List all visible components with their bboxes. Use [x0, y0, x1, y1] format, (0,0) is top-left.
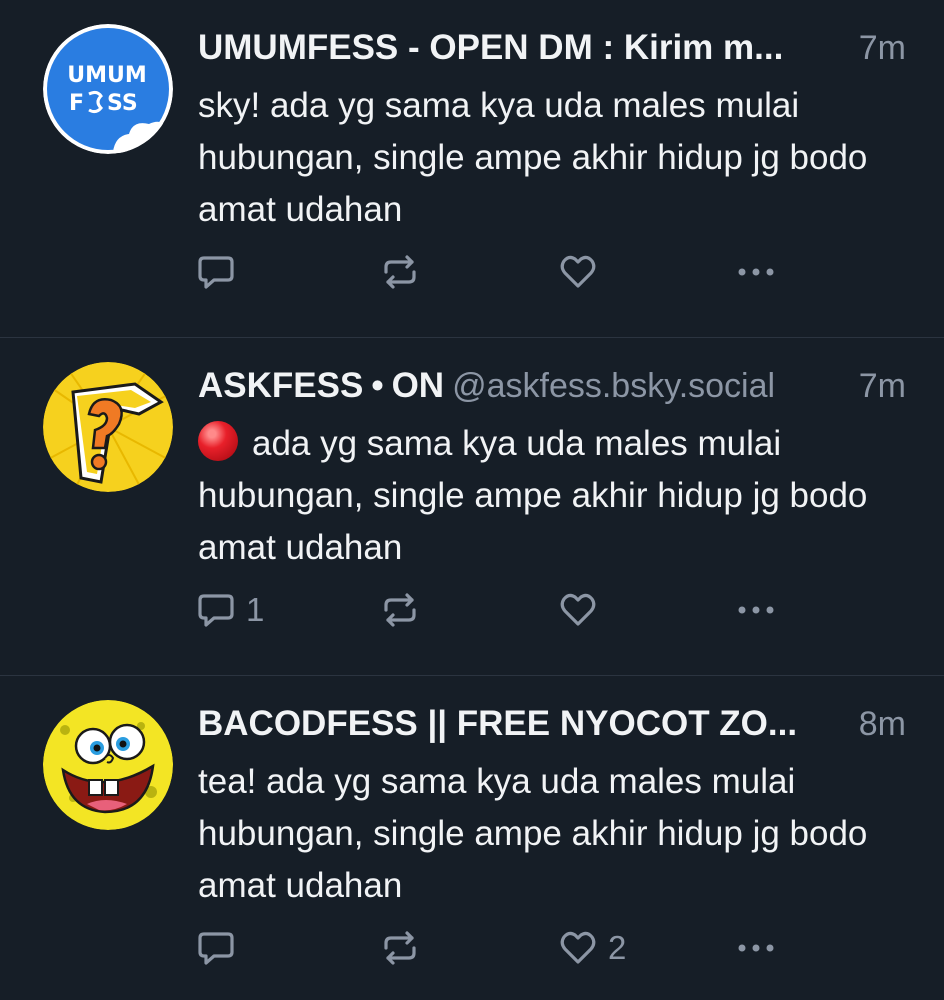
heart-icon: [560, 931, 596, 964]
post-header: ASKFESS • ON @askfess.bsky.social 7m: [198, 364, 906, 408]
repost-arrows-icon: [384, 255, 416, 289]
repost-arrows-icon: [384, 931, 416, 965]
avatar-askfess[interactable]: [43, 362, 173, 492]
post-actions: 1: [196, 590, 796, 630]
repost-button[interactable]: [380, 928, 420, 968]
svg-text:SS: SS: [107, 91, 138, 116]
more-options-button[interactable]: [736, 252, 776, 292]
like-button[interactable]: 2: [558, 928, 626, 968]
ellipsis-icon: [738, 944, 774, 952]
avatar-umumfess[interactable]: UMUM F SS: [43, 24, 173, 154]
post-askfess[interactable]: ASKFESS • ON @askfess.bsky.social 7m ada…: [0, 338, 944, 676]
like-button[interactable]: [558, 590, 598, 630]
feed: UMUM F SS UMUMFESS - OPEN DM : Kirim m..…: [0, 0, 944, 1000]
post-actions: [196, 252, 796, 292]
reply-button[interactable]: 1: [196, 590, 264, 630]
repost-arrows-icon: [384, 593, 416, 627]
heart-icon: [560, 255, 596, 288]
post-time[interactable]: 7m: [839, 29, 906, 68]
speech-bubble-icon: [198, 594, 234, 627]
reply-button[interactable]: [196, 252, 236, 292]
ellipsis-icon: [738, 606, 774, 614]
heart-icon: [560, 593, 596, 626]
display-name[interactable]: UMUMFESS - OPEN DM : Kirim m...: [198, 28, 783, 68]
post-text: ada yg sama kya uda males mulai hubungan…: [198, 424, 868, 567]
post-bacodfess[interactable]: BACODFESS || FREE NYOCOT ZO... 8m tea! a…: [0, 676, 944, 1000]
post-header: BACODFESS || FREE NYOCOT ZO... 8m: [198, 702, 906, 746]
askfess-logo: [43, 362, 173, 492]
post-time[interactable]: 7m: [839, 367, 906, 406]
user-handle[interactable]: @askfess.bsky.social: [452, 367, 775, 406]
speech-bubble-icon: [198, 256, 234, 289]
red-circle-emoji: [198, 421, 238, 461]
bacodfess-logo: [43, 700, 173, 830]
umumfess-logo: UMUM F SS: [43, 24, 173, 154]
reply-count: 1: [246, 591, 265, 628]
more-options-button[interactable]: [736, 590, 776, 630]
avatar-bacodfess[interactable]: [43, 700, 173, 830]
svg-text:UMUM: UMUM: [67, 63, 147, 88]
post-text: tea! ada yg sama kya uda males mulai hub…: [198, 762, 868, 905]
display-name-status[interactable]: ON: [392, 366, 445, 406]
display-name[interactable]: ASKFESS: [198, 366, 363, 406]
post-text-container: ada yg sama kya uda males mulai hubungan…: [198, 418, 906, 574]
post-umumfess[interactable]: UMUM F SS UMUMFESS - OPEN DM : Kirim m..…: [0, 0, 944, 338]
repost-button[interactable]: [380, 590, 420, 630]
post-time[interactable]: 8m: [839, 705, 906, 744]
more-options-button[interactable]: [736, 928, 776, 968]
name-separator: •: [371, 366, 384, 405]
post-actions: 2: [196, 928, 796, 968]
post-text: sky! ada yg sama kya uda males mulai hub…: [198, 86, 868, 229]
svg-text:F: F: [69, 91, 84, 116]
reply-button[interactable]: [196, 928, 236, 968]
post-header: UMUMFESS - OPEN DM : Kirim m... 7m: [198, 26, 906, 70]
like-count: 2: [608, 929, 627, 966]
ellipsis-icon: [738, 268, 774, 276]
display-name[interactable]: BACODFESS || FREE NYOCOT ZO...: [198, 704, 797, 744]
repost-button[interactable]: [380, 252, 420, 292]
speech-bubble-icon: [198, 932, 234, 965]
like-button[interactable]: [558, 252, 598, 292]
